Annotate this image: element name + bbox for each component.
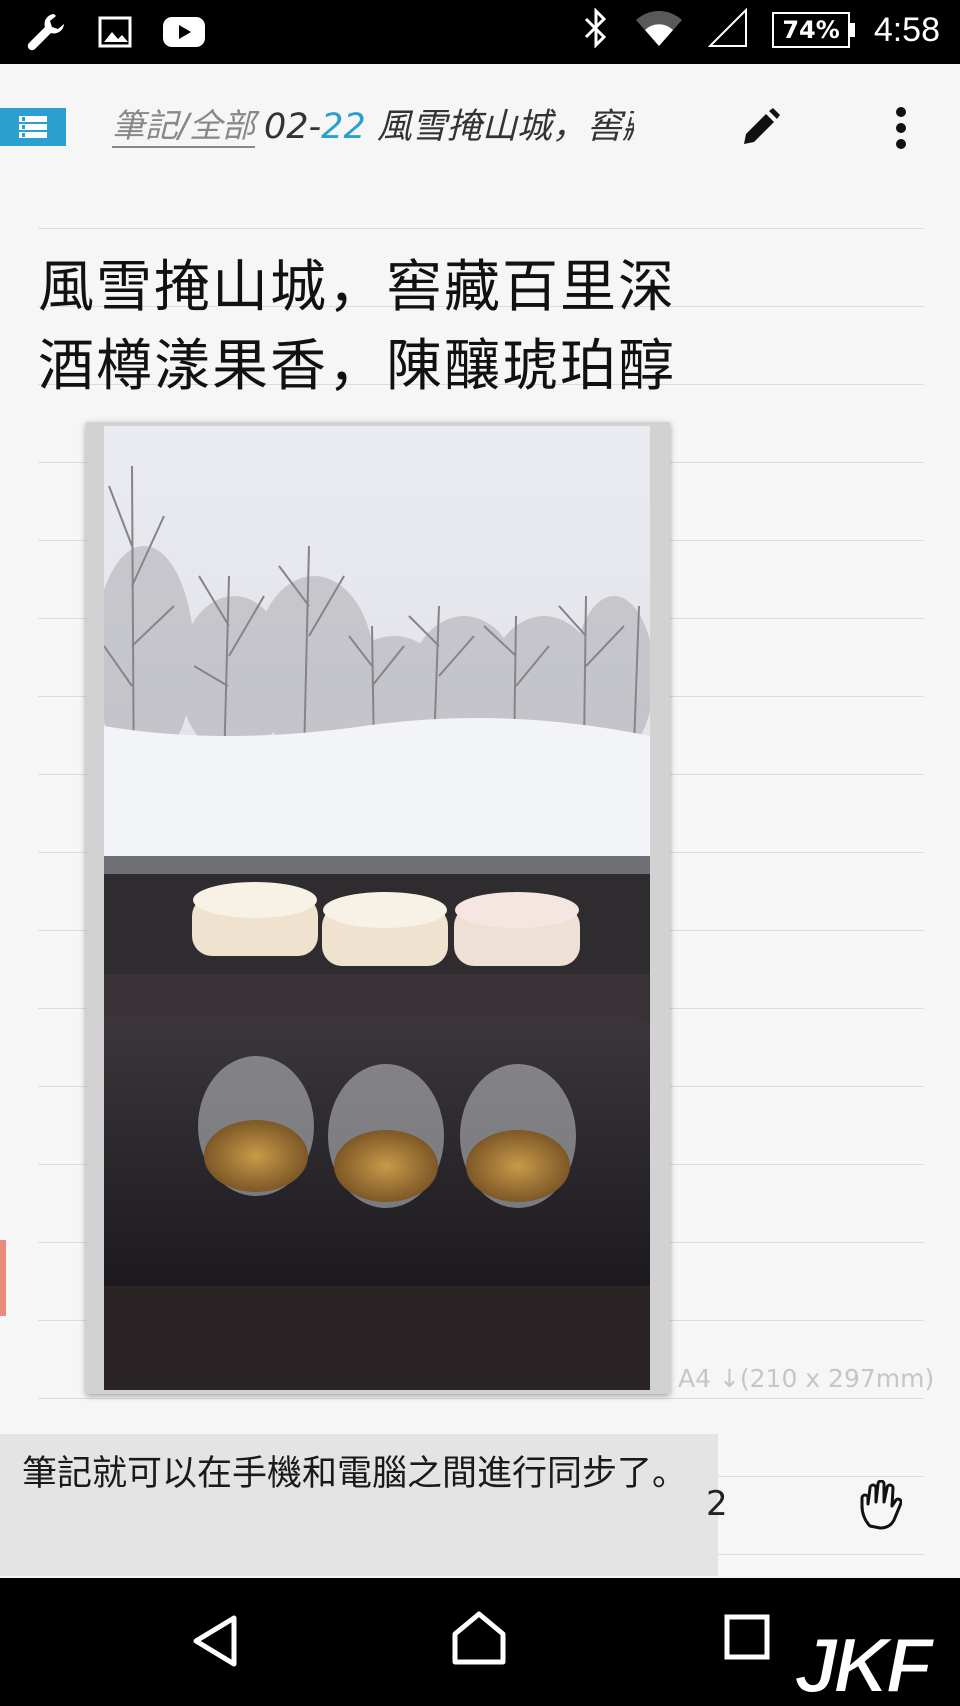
jkf-watermark-text: JKF: [794, 1626, 936, 1702]
hand-tool-button[interactable]: [858, 1479, 903, 1530]
pencil-icon: [744, 108, 780, 144]
list-icon: [19, 116, 47, 138]
menu-button[interactable]: [0, 108, 66, 146]
heading-line-2: 酒樽漾果香，陳釀琥珀醇: [38, 334, 676, 399]
recent-apps-button[interactable]: [724, 1614, 770, 1664]
note-heading[interactable]: 風雪掩山城，窖藏百里深 酒樽漾果香，陳釀琥珀醇: [38, 248, 676, 406]
more-options-button[interactable]: [886, 104, 916, 152]
back-triangle-icon: [193, 1615, 237, 1667]
partially-hidden-text: 2: [706, 1484, 728, 1524]
heading-line-1: 風雪掩山城，窖藏百里深: [38, 255, 676, 320]
recent-square-icon: [724, 1614, 770, 1660]
paper-size-label: A4 ↓(210 x 297mm): [678, 1364, 935, 1393]
battery-indicator: 74%: [772, 12, 856, 48]
youtube-icon: [162, 15, 206, 53]
note-title: 風雪掩山城，窖藏百里深: [376, 107, 634, 147]
image-icon: [98, 15, 132, 53]
bluetooth-icon: [582, 7, 610, 52]
wifi-icon: [634, 8, 684, 52]
note-date-day: 22: [321, 107, 366, 147]
signal-icon: [707, 7, 748, 52]
hand-icon: [860, 1479, 903, 1530]
navigation-bar: JKF: [0, 1578, 960, 1706]
breadcrumb[interactable]: 筆記/全部: [112, 106, 256, 148]
jkf-watermark-logo: JKF: [792, 1620, 952, 1706]
more-vert-icon: [896, 107, 906, 149]
note-toolbar: 筆記/全部 02-22 風雪掩山城，窖藏百里深: [0, 64, 960, 184]
sync-toast: 筆記就可以在手機和電腦之間進行同步了。: [0, 1434, 718, 1576]
home-icon: [452, 1611, 506, 1665]
wrench-icon: [24, 10, 68, 58]
embedded-photo: [104, 426, 650, 1390]
home-button[interactable]: [450, 1610, 508, 1670]
page-margin-marker: [0, 1240, 6, 1316]
edit-button[interactable]: [736, 104, 784, 152]
clock: 4:58: [873, 10, 940, 49]
note-title-bar: 02-22 風雪掩山城，窖藏百里深: [264, 106, 634, 148]
status-bar: 74% 4:58: [0, 0, 960, 64]
embedded-image-frame[interactable]: [86, 422, 670, 1394]
note-date-prefix: 02-: [264, 107, 322, 147]
back-button[interactable]: [190, 1614, 240, 1672]
